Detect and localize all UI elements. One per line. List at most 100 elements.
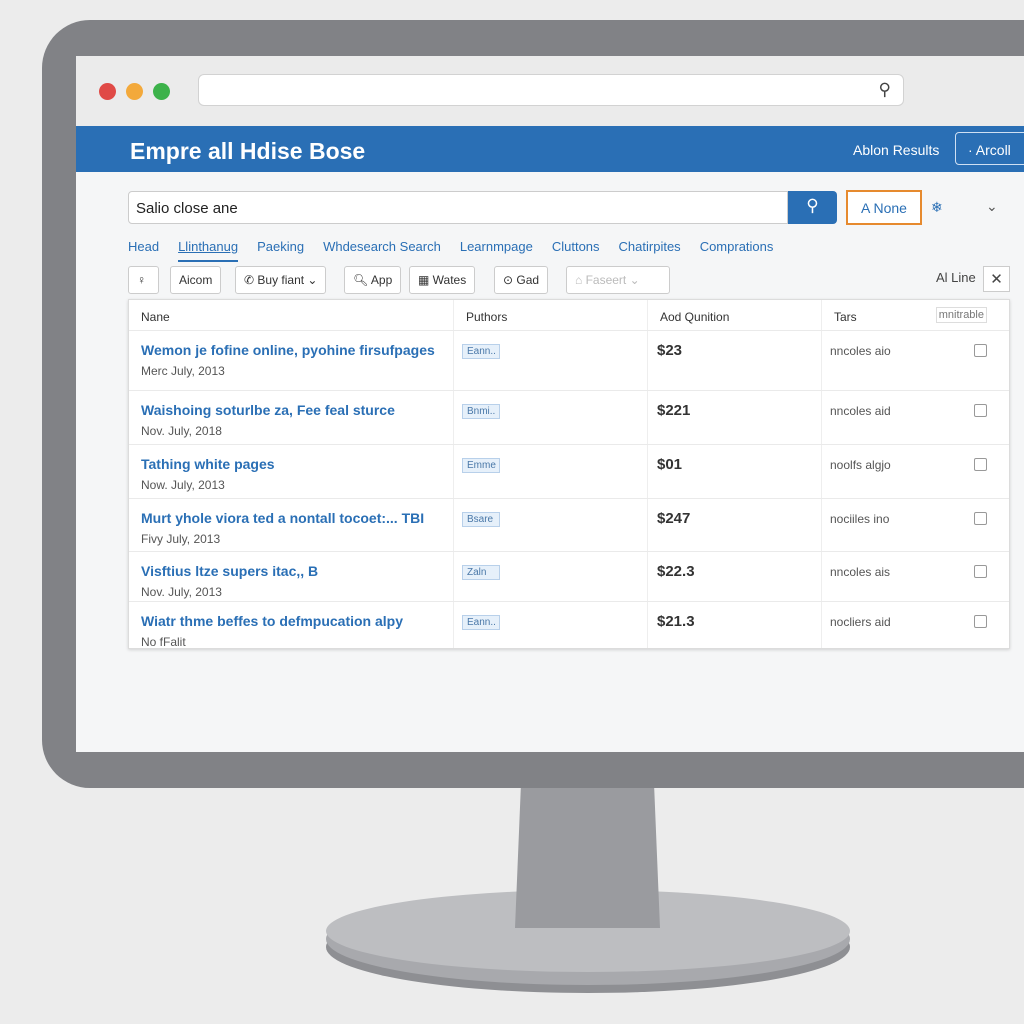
tab-comprations[interactable]: Comprations [700, 239, 774, 262]
author-badge[interactable]: Eann.. [462, 344, 500, 359]
search-icon[interactable]: ⚲ [879, 80, 891, 100]
author-badge[interactable]: Eann.. [462, 615, 500, 630]
column-header[interactable]: Nane [129, 300, 454, 330]
row-checkbox[interactable] [974, 512, 987, 525]
search-button[interactable]: ⚲ [788, 191, 837, 224]
item-name-link[interactable]: Tathing white pages [129, 456, 453, 472]
name-cell: Visftius ltze supers itac,, B Nov. July, … [129, 552, 454, 601]
price-cell: $21.3 [648, 602, 822, 648]
table-row[interactable]: Visftius ltze supers itac,, B Nov. July, … [129, 552, 1009, 602]
app-header: Empre all Hdise Bose Ablon Results · Arc… [76, 126, 1024, 172]
author-cell: Bsare [454, 499, 648, 551]
tars-value: noolfs algjo [830, 458, 891, 472]
tars-cell: nncoles aio [822, 331, 1009, 390]
toolbar-button[interactable]: Aicom [170, 266, 222, 294]
tars-value: nncoles aid [830, 404, 891, 418]
row-checkbox[interactable] [974, 565, 987, 578]
price-cell: $23 [648, 331, 822, 390]
row-checkbox[interactable] [974, 615, 987, 628]
table-header: Nane Puthors Aod Qunition Tars mnitrable [129, 300, 1009, 331]
price-value: $22.3 [657, 563, 695, 580]
table-row[interactable]: Murt yhole viora ted a nontall tocoet:..… [129, 499, 1009, 552]
tab-paeking[interactable]: Paeking [257, 239, 304, 262]
close-icon[interactable]: ✕ [983, 266, 1010, 292]
table-row[interactable]: Wemon je fofine online, pyohine firsufpa… [129, 331, 1009, 391]
filter-button[interactable]: A None [846, 190, 922, 225]
name-cell: Waishoing soturlbe za, Fee feal sturce No… [129, 391, 454, 444]
price-value: $21.3 [657, 613, 695, 630]
column-header[interactable]: Puthors [454, 300, 648, 330]
tab-bar: Head Llinthanug Paeking Whdesearch Searc… [128, 239, 773, 262]
tars-value: nocliers aid [830, 615, 891, 629]
author-cell: Bnmi.. [454, 391, 648, 444]
table-row[interactable]: Wiatr thme beffes to defmpucation alpy No… [129, 602, 1009, 649]
author-cell: Eann.. [454, 602, 648, 648]
tars-value: nncoles aio [830, 344, 891, 358]
table-row[interactable]: Waishoing soturlbe za, Fee feal sturce No… [129, 391, 1009, 445]
search-icon: ⚲ [806, 196, 819, 215]
column-header[interactable]: mnitrable [935, 307, 987, 323]
name-cell: Wiatr thme beffes to defmpucation alpy No… [129, 602, 454, 649]
row-checkbox[interactable] [974, 404, 987, 417]
name-cell: Murt yhole viora ted a nontall tocoet:..… [129, 499, 454, 551]
item-name-link[interactable]: Waishoing soturlbe za, Fee feal sturce [129, 402, 453, 418]
toolbar-button[interactable]: ⊙ Gad [494, 266, 549, 294]
toolbar-label: Al Line [936, 270, 976, 285]
browser-chrome: ⚲ [76, 56, 1024, 126]
tars-cell: nncoles ais [822, 552, 1009, 601]
item-name-link[interactable]: Wemon je fofine online, pyohine firsufpa… [129, 342, 453, 358]
name-cell: Tathing white pages Now. July, 2013 [129, 445, 454, 498]
toolbar-button[interactable]: 🔍︎ App [344, 266, 402, 294]
tars-cell: nncoles aid [822, 391, 1009, 444]
screen: ⚲ Empre all Hdise Bose Ablon Results · A… [76, 56, 1024, 752]
item-date: Nov. July, 2013 [141, 585, 222, 599]
author-badge[interactable]: Bnmi.. [462, 404, 500, 419]
tab-chatirpites[interactable]: Chatirpites [619, 239, 681, 262]
item-date: No fFalit [141, 635, 186, 649]
tars-cell: nociiles ino [822, 499, 1009, 551]
toolbar-button[interactable]: ▦ Wates [409, 266, 476, 294]
author-cell: Zaln [454, 552, 648, 601]
item-name-link[interactable]: Murt yhole viora ted a nontall tocoet:..… [129, 510, 453, 526]
tab-cluttons[interactable]: Cluttons [552, 239, 600, 262]
tab-search[interactable]: Whdesearch Search [323, 239, 441, 262]
chevron-down-icon[interactable]: ⌄ [986, 198, 998, 215]
price-cell: $01 [648, 445, 822, 498]
author-cell: Eann.. [454, 331, 648, 390]
table-row[interactable]: Tathing white pages Now. July, 2013 Emme $0… [129, 445, 1009, 499]
tab-learnmpage[interactable]: Learnmpage [460, 239, 533, 262]
author-badge[interactable]: Bsare [462, 512, 500, 527]
name-cell: Wemon je fofine online, pyohine firsufpa… [129, 331, 454, 390]
header-action-button[interactable]: · Arcoll [955, 132, 1024, 165]
search-input[interactable]: Salio close ane [128, 191, 788, 224]
column-header[interactable]: Aod Qunition [648, 300, 822, 330]
author-badge[interactable]: Zaln [462, 565, 500, 580]
author-badge[interactable]: Emme [462, 458, 500, 473]
row-checkbox[interactable] [974, 458, 987, 471]
item-date: Now. July, 2013 [141, 478, 225, 492]
maximize-window-button[interactable] [153, 83, 170, 100]
tab-head[interactable]: Head [128, 239, 159, 262]
item-name-link[interactable]: Visftius ltze supers itac,, B [129, 563, 453, 579]
address-bar[interactable]: ⚲ [198, 74, 904, 106]
row-checkbox[interactable] [974, 344, 987, 357]
price-cell: $247 [648, 499, 822, 551]
app-title: Empre all Hdise Bose [130, 138, 366, 164]
tars-cell: noolfs algjo [822, 445, 1009, 498]
minimize-window-button[interactable] [126, 83, 143, 100]
toolbar-dropdown[interactable]: ⌂ Faseert ⌄ [566, 266, 670, 294]
price-value: $23 [657, 342, 683, 359]
price-value: $221 [657, 402, 691, 419]
tars-cell: nocliers aid [822, 602, 1009, 648]
item-date: Nov. July, 2018 [141, 424, 222, 438]
settings-icon[interactable]: ❄ [931, 199, 943, 216]
item-name-link[interactable]: Wiatr thme beffes to defmpucation alpy [129, 613, 453, 629]
results-link[interactable]: Ablon Results [853, 142, 939, 158]
toolbar-dropdown[interactable]: ✆ Buy fiant ⌄ [235, 266, 327, 294]
toolbar-button[interactable]: ♀ [128, 266, 159, 294]
close-window-button[interactable] [99, 83, 116, 100]
tab-llinthanug[interactable]: Llinthanug [178, 239, 239, 262]
price-value: $01 [657, 456, 683, 473]
item-date: Fivy July, 2013 [141, 532, 221, 546]
monitor-stand [515, 788, 660, 928]
